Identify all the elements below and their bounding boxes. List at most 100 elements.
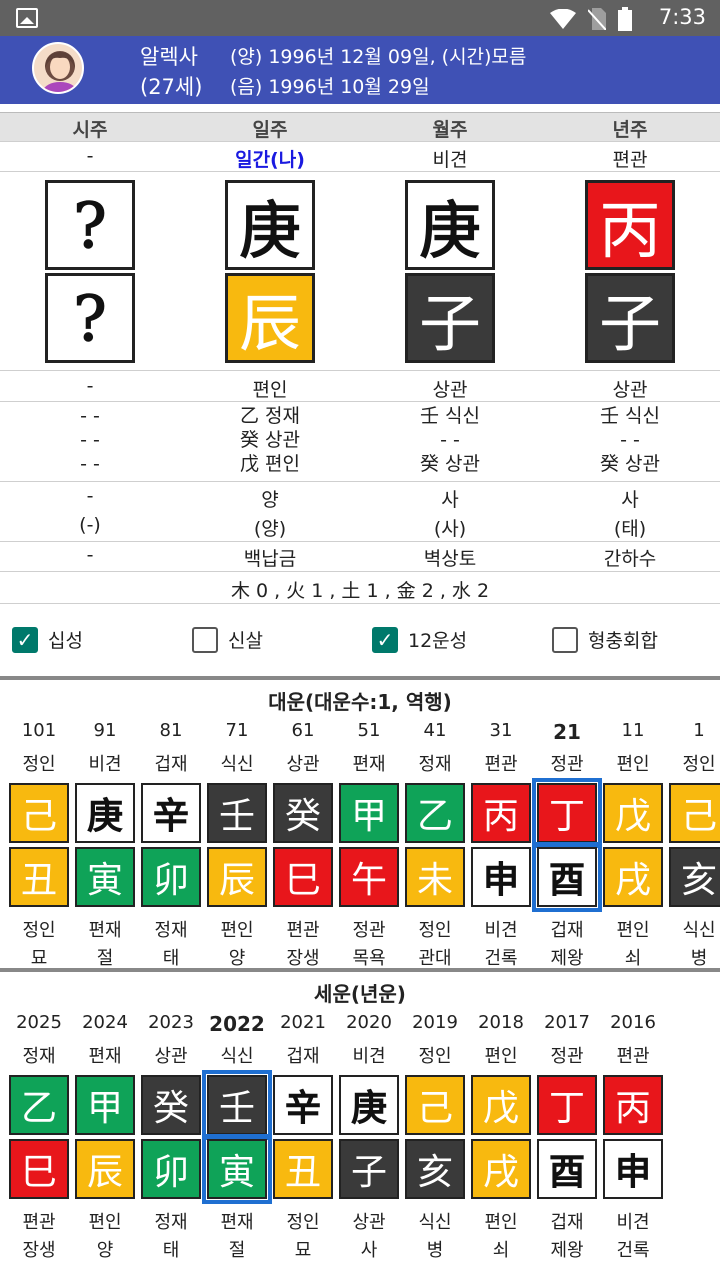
daeun-stem-tile[interactable]: 乙 [405,783,465,843]
pillar-role: 편관 [612,149,648,171]
branch-tile[interactable]: ? [45,273,135,363]
stage: 사 [621,489,639,511]
checked-icon[interactable]: ✓ [12,626,38,653]
seun-branch-role: 편관 [22,1212,56,1233]
seun-stem-tile[interactable]: 丁 [537,1075,597,1135]
daeun-age: 101 [21,720,57,741]
daeun-branch-tile[interactable]: 辰 [207,847,267,907]
seun-stem-tile[interactable]: 癸 [141,1075,201,1135]
seun-branch-role: 정인 [286,1212,320,1233]
daeun-stem-tile[interactable]: 甲 [339,783,399,843]
option-checkbox[interactable]: ✓ 12운성 [372,626,467,653]
seun-stage: 양 [96,1240,114,1261]
option-checkbox[interactable]: ✓ 십성 [12,626,83,653]
stage: 양 [261,489,279,511]
daeun-stage: 관대 [418,948,452,969]
daeun-branch-tile[interactable]: 戌 [603,847,663,907]
daeun-branch-tile[interactable]: 酉 [532,842,602,912]
seun-stage: 장생 [22,1240,56,1261]
battery-icon [618,7,632,31]
daeun-stem-tile[interactable]: 己 [669,783,720,843]
daeun-age: 31 [489,720,513,741]
daeun-stem-tile[interactable]: 癸 [273,783,333,843]
daeun-branch-tile[interactable]: 卯 [141,847,201,907]
seun-stem-tile[interactable]: 丙 [603,1075,663,1135]
daeun-stem-tile[interactable]: 庚 [75,783,135,843]
seun-stem-role: 편인 [484,1046,518,1067]
daeun-branch-role: 비견 [484,920,518,941]
daeun-branch-tile[interactable]: 申 [471,847,531,907]
branch-tile[interactable]: 子 [585,273,675,363]
seun-branch-tile[interactable]: 寅 [202,1134,272,1204]
daeun-branch-tile[interactable]: 巳 [273,847,333,907]
seun-branch-tile[interactable]: 酉 [537,1139,597,1199]
seun-branch-tile[interactable]: 丑 [273,1139,333,1199]
stage-alt: (태) [613,518,647,540]
daeun-branch-tile[interactable]: 丑 [9,847,69,907]
seun-branch-tile[interactable]: 辰 [75,1139,135,1199]
daeun-stem-tile[interactable]: 己 [9,783,69,843]
avatar[interactable] [32,42,84,94]
daeun-branch-tile[interactable]: 寅 [75,847,135,907]
daeun-stem-role: 상관 [286,754,320,775]
seun-branch-tile[interactable]: 戌 [471,1139,531,1199]
option-checkbox[interactable]: 신살 [192,626,263,653]
seun-stem-tile[interactable]: 乙 [9,1075,69,1135]
daeun-branch-role: 편인 [616,920,650,941]
stage: - [86,485,94,507]
seun-stem-tile[interactable]: 戊 [471,1075,531,1135]
napeum: - [86,544,94,566]
daeun-stem-tile[interactable]: 壬 [207,783,267,843]
seun-year: 2023 [148,1012,194,1033]
seun-stem-role: 정인 [418,1046,452,1067]
seun-branch-tile[interactable]: 申 [603,1139,663,1199]
daeun-branch-tile[interactable]: 未 [405,847,465,907]
stem-tile[interactable]: 丙 [585,180,675,270]
daeun-branch-tile[interactable]: 午 [339,847,399,907]
wifi-icon [550,9,576,29]
seun-year: 2022 [209,1012,265,1036]
daeun-stem-tile[interactable]: 丁 [532,778,602,848]
branch-tile[interactable]: 辰 [225,273,315,363]
seun-stem-tile[interactable]: 壬 [202,1070,272,1140]
branch-tile[interactable]: 子 [405,273,495,363]
seun-stem-tile[interactable]: 己 [405,1075,465,1135]
seun-branch-tile[interactable]: 卯 [141,1139,201,1199]
daeun-age: 91 [93,720,117,741]
napeum-row: - 백납금 벽상토 간하수 [0,542,720,572]
daeun-stem-role: 편관 [484,754,518,775]
daeun-stem-role: 정재 [418,754,452,775]
daeun-age: 81 [159,720,183,741]
napeum: 백납금 [243,548,297,570]
seun-stem-tile[interactable]: 庚 [339,1075,399,1135]
seun-stage: 제왕 [550,1240,584,1261]
seun-year: 2021 [280,1012,326,1033]
seun-year: 2019 [412,1012,458,1033]
daeun-stem-tile[interactable]: 丙 [471,783,531,843]
seun-year: 2020 [346,1012,392,1033]
daeun-stem-tile[interactable]: 戊 [603,783,663,843]
checked-icon[interactable]: ✓ [372,626,398,653]
hidden-stem: - - [620,429,640,451]
stem-tile[interactable]: 庚 [405,180,495,270]
seun-stem-role: 정재 [22,1046,56,1067]
seun-stem-tile[interactable]: 辛 [273,1075,333,1135]
daeun-branch-tile[interactable]: 亥 [669,847,720,907]
pillar-header-day: 일주 [252,119,288,141]
option-checkbox[interactable]: 형충회합 [552,626,658,653]
stage-alt: (양) [253,518,287,540]
seun-branch-tile[interactable]: 子 [339,1139,399,1199]
stem-tile[interactable]: 庚 [225,180,315,270]
branch-role: 상관 [432,379,468,401]
seun-branch-tile[interactable]: 巳 [9,1139,69,1199]
seun-stem-tile[interactable]: 甲 [75,1075,135,1135]
divider [0,968,720,972]
daeun-branch-role: 정인 [418,920,452,941]
stem-tile[interactable]: ? [45,180,135,270]
pillar-header-row: 시주 일주 월주 년주 [0,112,720,142]
unchecked-icon[interactable] [552,626,578,653]
daeun-stage: 양 [228,948,246,969]
unchecked-icon[interactable] [192,626,218,653]
daeun-stem-tile[interactable]: 辛 [141,783,201,843]
seun-branch-tile[interactable]: 亥 [405,1139,465,1199]
